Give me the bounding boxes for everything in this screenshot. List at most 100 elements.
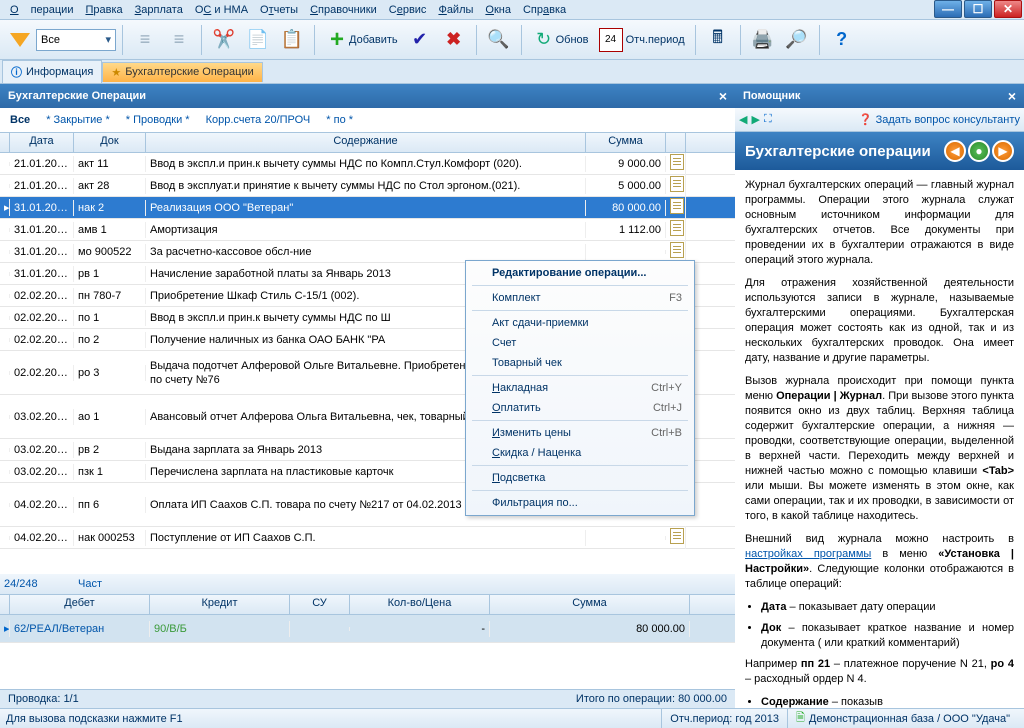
doc-icon[interactable] [670, 242, 684, 258]
paste-icon[interactable]: 📋 [276, 24, 308, 56]
help-next[interactable]: ▶ [992, 140, 1014, 162]
filter-po[interactable]: * по * [322, 112, 357, 128]
doc-icon[interactable] [670, 154, 684, 170]
filter-combo[interactable]: Все▾ [36, 29, 116, 51]
table-row[interactable]: ▸31.01.2013нак 2Реализация ООО "Ветеран"… [0, 197, 735, 219]
menu-salary[interactable]: Зарплата [129, 2, 189, 18]
helper-toolbar: ◀ ▶ ⛶ ❓ Задать вопрос консультанту [735, 108, 1024, 132]
ctx-item[interactable]: Акт сдачи-приемки [468, 313, 692, 333]
context-menu[interactable]: Редактирование операции... КомплектF3 Акт … [465, 260, 695, 516]
doc-icon[interactable] [670, 528, 684, 544]
filter-row: Все * Закрытие * * Проводки * Корр.счета… [0, 108, 735, 133]
calculator-icon[interactable]: 🖩 [702, 24, 734, 56]
ctx-item[interactable]: Фильтрация по... [468, 493, 692, 513]
indent-left-icon[interactable]: ≡ [129, 24, 161, 56]
entry-qty: - [350, 621, 490, 637]
table-row[interactable]: 04.02.2013нак 000253Поступление от ИП Са… [0, 527, 735, 549]
entry-credit: 90/В/Б [150, 621, 290, 637]
grid-header: Дата Док Содержание Сумма [0, 133, 735, 153]
ctx-item[interactable]: Счет [468, 333, 692, 353]
help-icon[interactable]: ? [826, 24, 858, 56]
menu-refs[interactable]: Справочники [304, 2, 383, 18]
ctx-item[interactable]: Подсветка [468, 468, 692, 488]
expand-icon[interactable]: ⛶ [764, 113, 772, 126]
preview-icon[interactable]: 🔎 [781, 24, 813, 56]
window-minimize[interactable]: — [934, 0, 962, 18]
info-icon: ⓘ [11, 64, 22, 80]
menu-reports[interactable]: Отчеты [254, 2, 304, 18]
cut-icon[interactable]: ✂️ [208, 24, 240, 56]
refresh-button[interactable]: ↻Обнов [528, 24, 593, 56]
nav-fwd-icon[interactable]: ▶ [751, 113, 759, 126]
entry-sum: 80 000.00 [490, 621, 690, 637]
pane-title: Бухгалтерские Операции [8, 90, 146, 102]
filter-korr[interactable]: Корр.счета 20/ПРОЧ [202, 112, 315, 128]
col2-deb[interactable]: Дебет [10, 595, 150, 614]
star-icon: ★ [111, 66, 121, 79]
delete-icon[interactable]: ✖ [438, 24, 470, 56]
add-button[interactable]: +Добавить [321, 24, 402, 56]
nav-back-icon[interactable]: ◀ [739, 113, 747, 126]
col2-su[interactable]: СУ [290, 595, 350, 614]
table-row[interactable]: 21.01.2013акт 28Ввод в эксплуат.и принят… [0, 175, 735, 197]
doc-icon[interactable] [670, 220, 684, 236]
summary-pos: 24/248 [4, 578, 78, 590]
search-icon[interactable]: 🔍 [483, 24, 515, 56]
col-content[interactable]: Содержание [146, 133, 586, 152]
print-icon[interactable]: 🖨️ [747, 24, 779, 56]
tab-operations[interactable]: ★Бухгалтерские Операции [102, 62, 262, 82]
filter-prov[interactable]: * Проводки * [122, 112, 194, 128]
doc-tabs: ⓘИнформация ★Бухгалтерские Операции [0, 60, 1024, 84]
doc-icon[interactable] [670, 176, 684, 192]
helper-pane: Помощник × ◀ ▶ ⛶ ❓ Задать вопрос консуль… [735, 84, 1024, 708]
menu-operations[interactable]: Операции [4, 2, 79, 18]
ctx-item[interactable]: Изменить ценыCtrl+B [468, 423, 692, 443]
menu-help[interactable]: Справка [517, 2, 572, 18]
statusbar: Для вызова подсказки нажмите F1 Отч.пери… [0, 708, 1024, 728]
period-button[interactable]: 24 Отч.период [595, 24, 689, 56]
col-sum[interactable]: Сумма [586, 133, 666, 152]
menu-os[interactable]: ОС и НМА [189, 2, 254, 18]
check-icon[interactable]: ✔ [404, 24, 436, 56]
help-link-settings[interactable]: настройках программы [745, 548, 871, 560]
ask-question[interactable]: ❓ Задать вопрос консультанту [859, 113, 1020, 126]
help-prev[interactable]: ◀ [944, 140, 966, 162]
status-total: Итого по операции: 80 000.00 [576, 693, 727, 705]
toolbar: Все▾ ≡ ≡ ✂️ 📄 📋 +Добавить ✔ ✖ 🔍 ↻Обнов 2… [0, 20, 1024, 60]
indent-right-icon[interactable]: ≡ [163, 24, 195, 56]
entry-row[interactable]: ▸ 62/РЕАЛ/Ветеран 90/В/Б - 80 000.00 [0, 615, 735, 643]
grid2-header: Дебет Кредит СУ Кол-во/Цена Сумма [0, 595, 735, 615]
filter-close[interactable]: * Закрытие * [42, 112, 114, 128]
col2-qty[interactable]: Кол-во/Цена [350, 595, 490, 614]
table-row[interactable]: 21.01.2013акт 11Ввод в экспл.и прин.к вы… [0, 153, 735, 175]
filter-funnel[interactable] [6, 24, 34, 56]
help-home[interactable]: ● [968, 140, 990, 162]
pane-close[interactable]: × [719, 88, 727, 104]
window-maximize[interactable]: ☐ [964, 0, 992, 18]
ctx-item[interactable]: Скидка / Наценка [468, 443, 692, 463]
col2-cred[interactable]: Кредит [150, 595, 290, 614]
ctx-item[interactable]: ОплатитьCtrl+J [468, 398, 692, 418]
col-date[interactable]: Дата [10, 133, 74, 152]
menu-service[interactable]: Сервис [383, 2, 433, 18]
helper-close[interactable]: × [1008, 88, 1016, 104]
col2-sum[interactable]: Сумма [490, 595, 690, 614]
menu-files[interactable]: Файлы [432, 2, 479, 18]
ctx-item[interactable]: КомплектF3 [468, 288, 692, 308]
menu-edit[interactable]: Правка [79, 2, 128, 18]
ctx-item[interactable]: Товарный чек [468, 353, 692, 373]
table-row[interactable]: 31.01.2013амв 1Амортизация1 112.00 [0, 219, 735, 241]
filter-all[interactable]: Все [6, 112, 34, 128]
ctx-item[interactable]: НакладнаяCtrl+Y [468, 378, 692, 398]
status-db: 🗎Демонстрационная база / ООО "Удача" [787, 709, 1018, 728]
help-body: Журнал бухгалтерских операций — главный … [735, 170, 1024, 708]
menu-windows[interactable]: Окна [479, 2, 517, 18]
col-doc[interactable]: Док [74, 133, 146, 152]
helper-title: Помощник [743, 90, 800, 102]
window-close[interactable]: ✕ [994, 0, 1022, 18]
bottom-status: Проводка: 1/1 Итого по операции: 80 000.… [0, 689, 735, 708]
tab-information[interactable]: ⓘИнформация [2, 60, 102, 83]
ctx-item[interactable]: Редактирование операции... [468, 263, 692, 283]
doc-icon[interactable] [670, 198, 684, 214]
copy-icon[interactable]: 📄 [242, 24, 274, 56]
